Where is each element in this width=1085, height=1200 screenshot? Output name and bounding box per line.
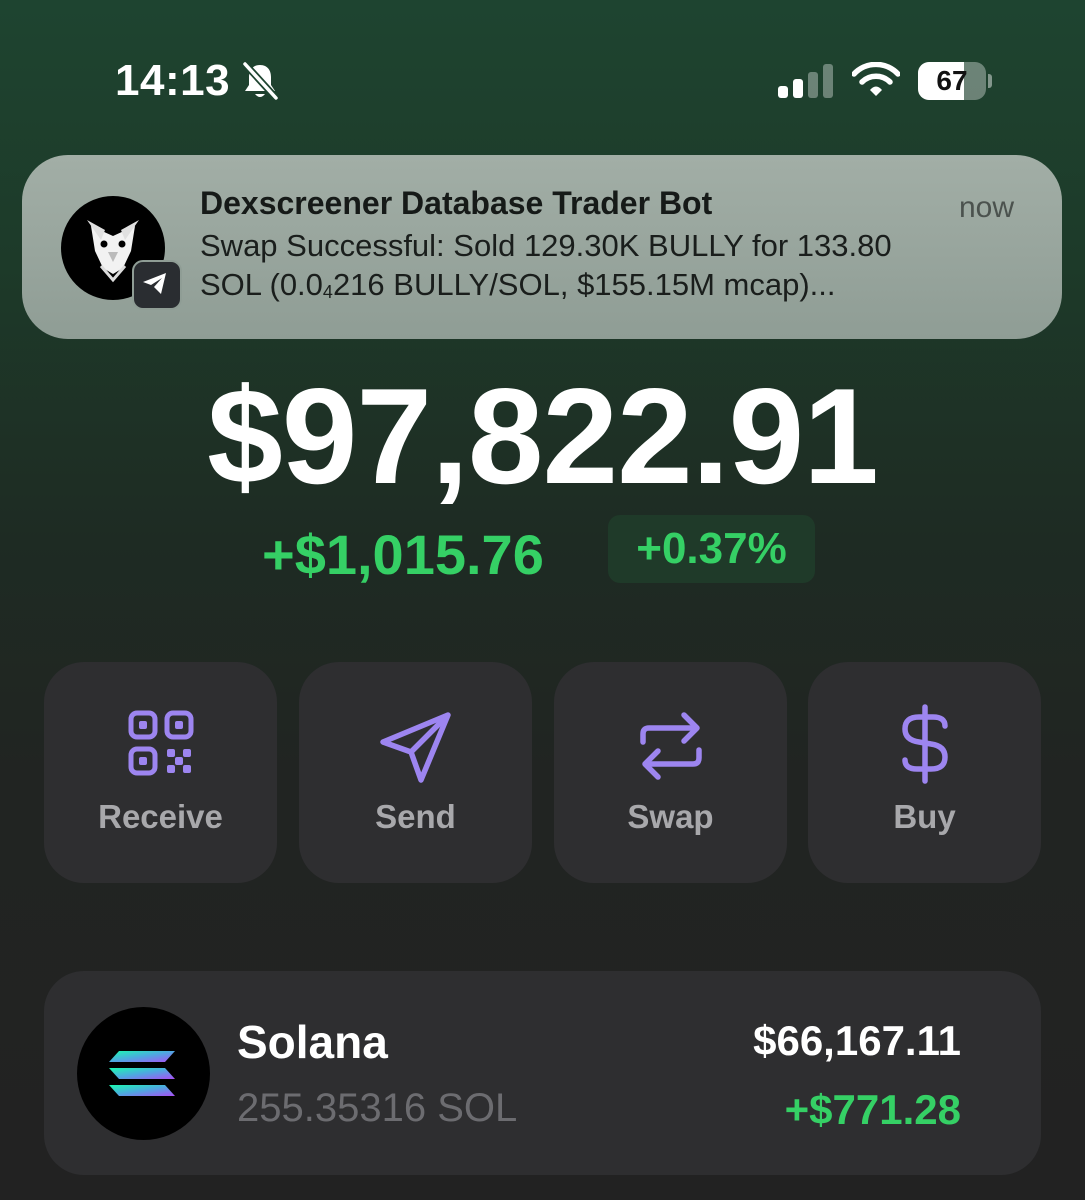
notification-body-line1: Swap Successful: Sold 129.30K BULLY for … — [200, 228, 892, 263]
dollar-icon — [901, 704, 948, 784]
buy-label: Buy — [893, 798, 956, 835]
receive-button[interactable]: Receive — [44, 662, 277, 883]
battery-percent: 67 — [936, 65, 968, 96]
paper-plane-icon — [379, 712, 451, 783]
solana-icon — [77, 1007, 210, 1140]
battery-icon: 67 — [918, 62, 992, 100]
swap-arrows-icon — [639, 712, 702, 780]
wifi-icon — [852, 62, 900, 96]
balance-change-amount: +$1,015.76 — [262, 523, 544, 586]
cellular-signal-icon — [778, 64, 833, 98]
token-name: Solana — [237, 1016, 388, 1068]
send-button[interactable]: Send — [299, 662, 532, 883]
token-change: +$771.28 — [784, 1086, 961, 1133]
notification-title: Dexscreener Database Trader Bot — [200, 185, 713, 221]
swap-label: Swap — [627, 798, 714, 835]
send-label: Send — [375, 798, 456, 835]
token-row-solana[interactable]: Solana 255.35316 SOL $66,167.11 +$771.28 — [44, 971, 1041, 1175]
swap-button[interactable]: Swap — [554, 662, 787, 883]
telegram-icon — [132, 260, 182, 310]
balance-change-percent: +0.37% — [608, 515, 815, 583]
qr-code-icon — [128, 710, 193, 776]
status-time: 14:13 — [115, 56, 231, 105]
receive-label: Receive — [98, 798, 223, 835]
notification-body-line2: SOL (0.04216 BULLY/SOL, $155.15M mcap)..… — [200, 267, 836, 302]
total-balance: $97,822.91 — [207, 360, 879, 512]
token-quantity: 255.35316 SOL — [237, 1086, 518, 1130]
bell-slash-icon — [242, 61, 279, 101]
notification-banner[interactable]: Dexscreener Database Trader Bot now Swap… — [22, 155, 1062, 339]
notification-time: now — [958, 191, 1014, 224]
token-value: $66,167.11 — [753, 1017, 961, 1064]
buy-button[interactable]: Buy — [808, 662, 1041, 883]
